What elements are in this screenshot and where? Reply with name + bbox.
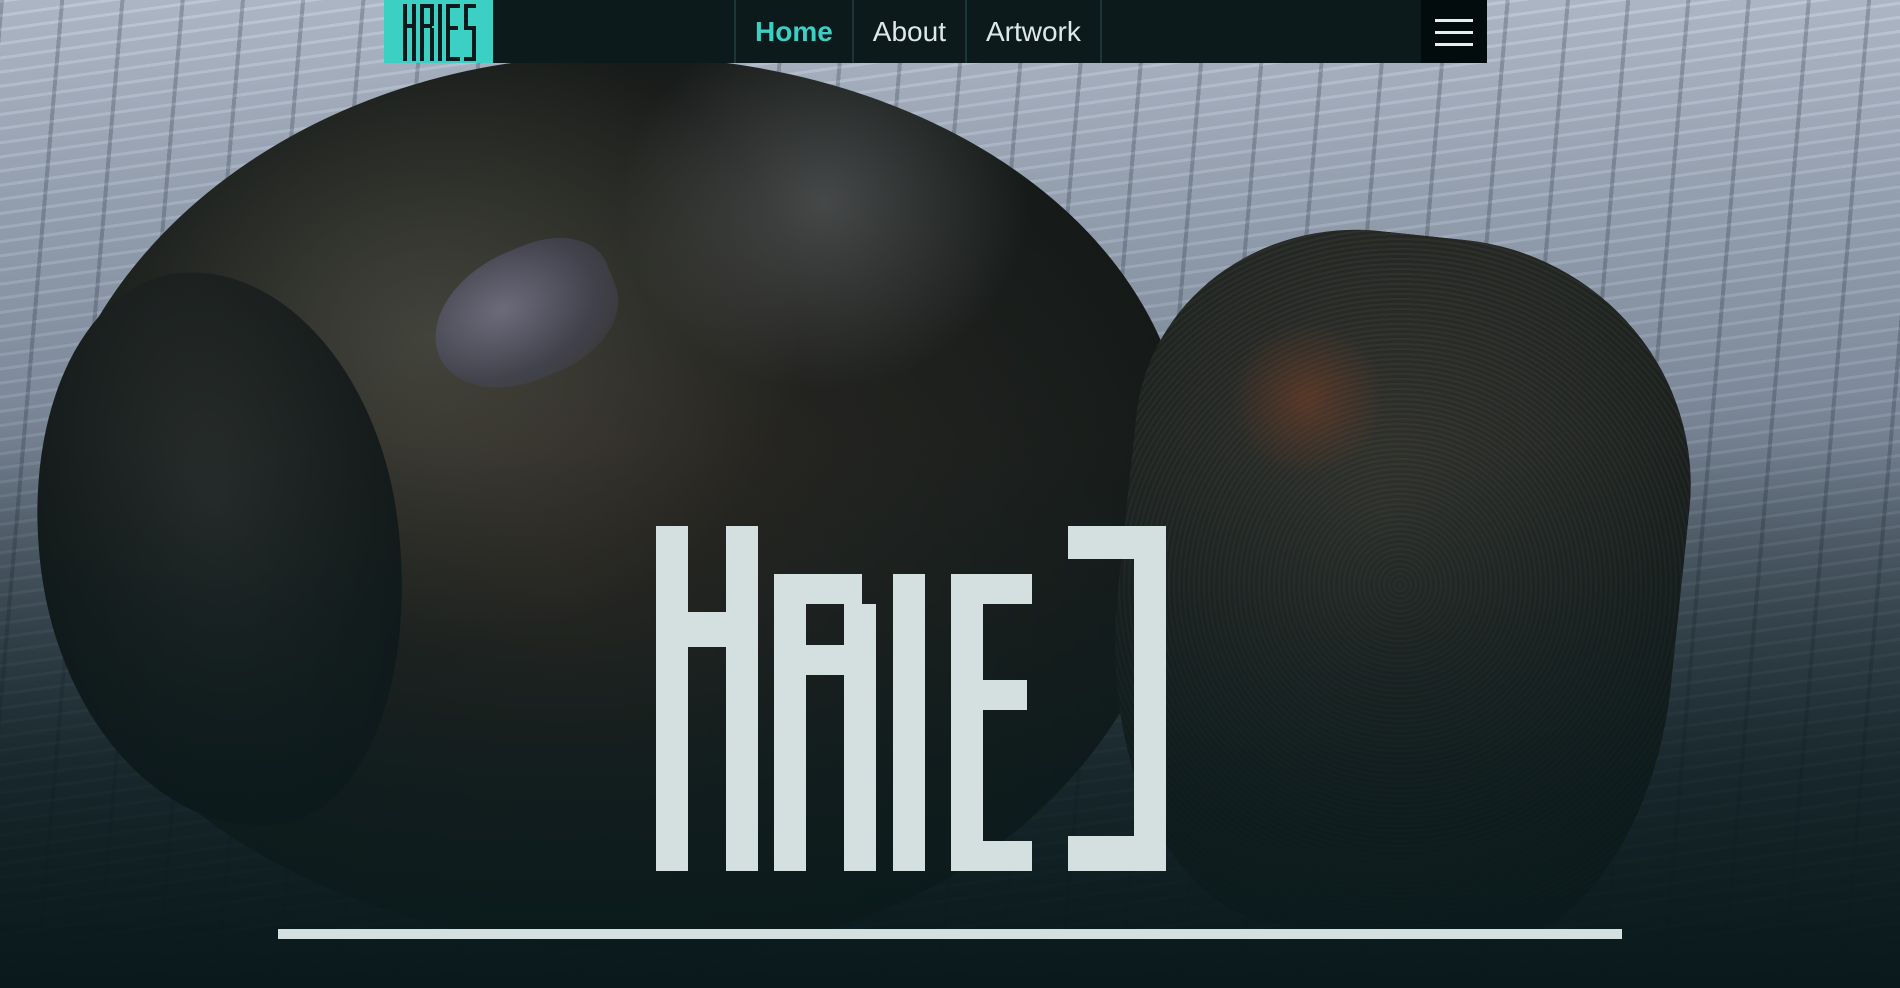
nav-link-home[interactable]: Home (736, 0, 854, 63)
logo-wordmark-icon (402, 3, 476, 61)
page: Home About Artwork (0, 0, 1900, 988)
hero-divider (278, 929, 1622, 939)
menu-toggle-button[interactable] (1421, 0, 1487, 63)
top-navbar: Home About Artwork (384, 0, 1487, 63)
nav-links: Home About Artwork (734, 0, 1102, 63)
hero-wordmark (656, 526, 1166, 871)
nav-link-artwork[interactable]: Artwork (967, 0, 1102, 63)
site-logo[interactable] (384, 0, 493, 63)
hamburger-menu-icon (1435, 18, 1473, 46)
nav-link-about[interactable]: About (854, 0, 967, 63)
